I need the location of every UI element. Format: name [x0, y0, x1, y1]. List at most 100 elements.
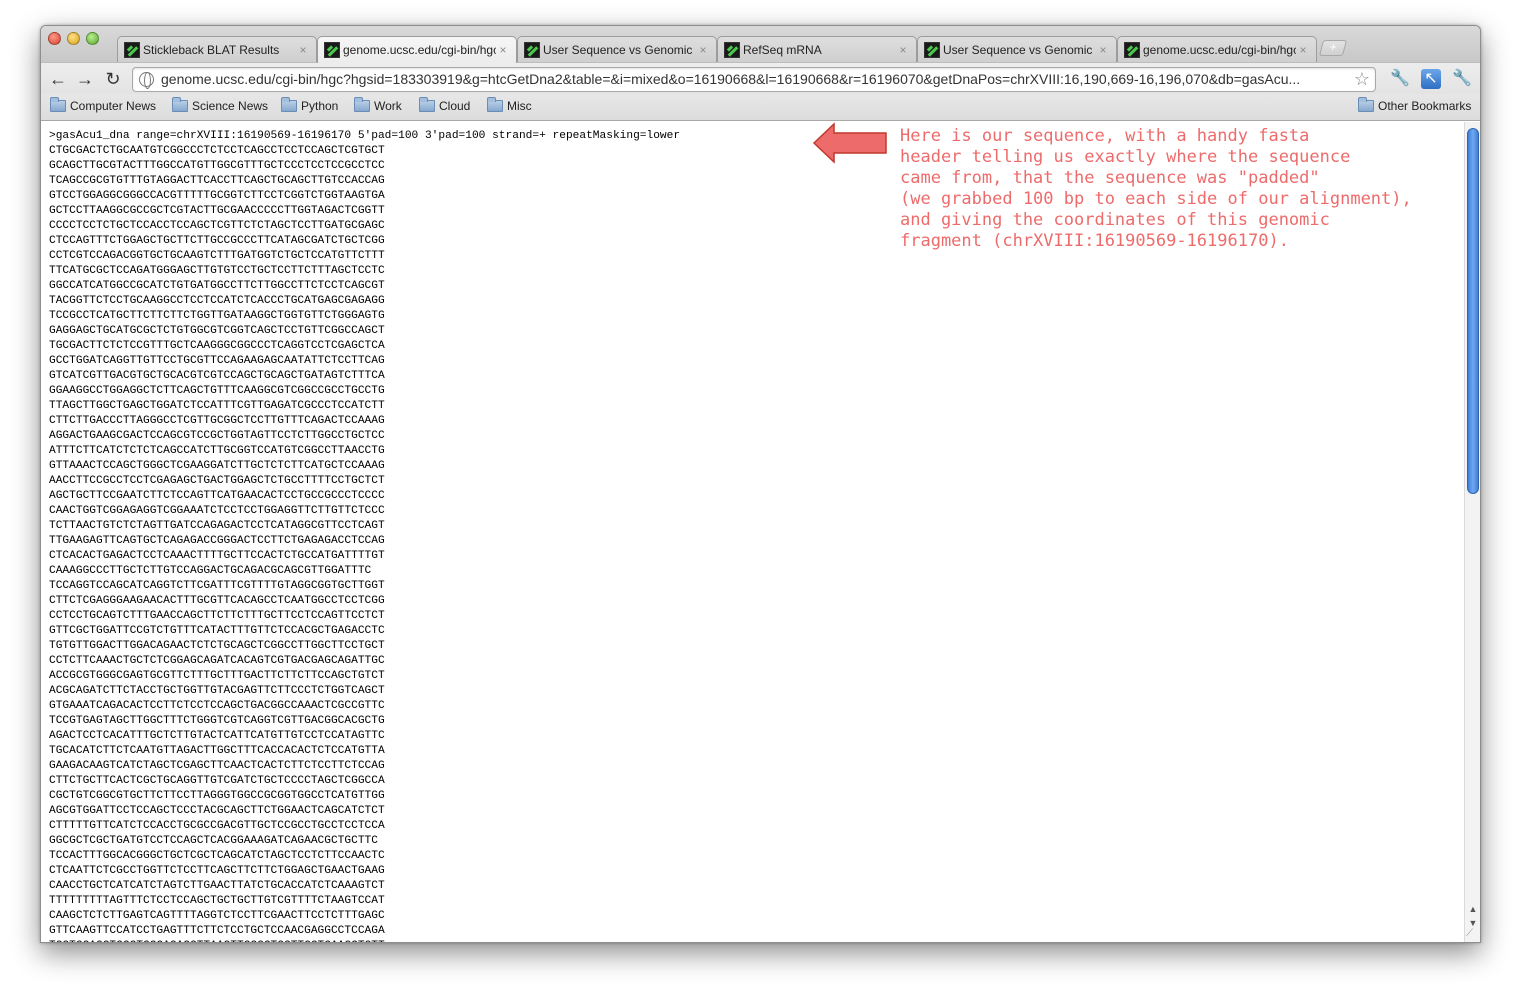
tab-stickleback-blat-results[interactable]: Stickleback BLAT Results × [117, 36, 317, 62]
tab-user-sequence-vs-genomic-2[interactable]: User Sequence vs Genomic × [917, 36, 1117, 62]
sequence-line: GGCGCTCGCTGATGTCCTCCAGCTCACGGAAAGATCAGAA… [49, 835, 378, 847]
sequence-line: TCCGCCTCATGCTTCTTCTTCTGGTTGATAAGGCTGGTGT… [49, 310, 385, 322]
sequence-line: AACCTTCCGCCTCCTCGAGAGCTGACTGGAGCTCTGCCTT… [49, 475, 385, 487]
extension-icon[interactable]: ↖ [1421, 69, 1441, 89]
tab-user-sequence-vs-genomic[interactable]: User Sequence vs Genomic × [517, 36, 717, 62]
bookmark-folder-work[interactable]: Work [354, 97, 402, 113]
bookmark-folder-computer-news[interactable]: Computer News [50, 97, 156, 113]
sequence-line: TCCGTGAGTAGCTTGGCTTTCTGGGTCGTCAGGTCGTTGA… [49, 715, 385, 727]
url-text: genome.ucsc.edu/cgi-bin/hgc?hgsid=183303… [161, 71, 1301, 87]
ucsc-favicon-icon [324, 42, 340, 58]
sequence-line: ATTTCTTCATCTCTCTCAGCCATCTTGCGGTCCATGTCGG… [49, 445, 385, 457]
bookmark-folder-python[interactable]: Python [281, 97, 339, 113]
wrench-menu-icon[interactable]: 🔧 [1452, 69, 1472, 89]
sequence-line: GCAGCTTGCGTACTTTGGCCATGTTGGCGTTTGCTCCCTC… [49, 160, 385, 172]
fasta-header: >gasAcu1_dna range=chrXVIII:16190569-161… [49, 130, 681, 142]
ucsc-favicon-icon [924, 41, 940, 58]
tab-title: User Sequence vs Genomic [943, 42, 1093, 57]
sequence-line: AGCTGCTTCCGAATCTTCTCCAGTTCATGAACACTCCTGC… [49, 490, 385, 502]
browser-window: Stickleback BLAT Results × genome.ucsc.e… [40, 25, 1481, 943]
sequence-line: TCAGCCGCGTGTTTGTAGGACTTCACCTTCAGCTGCAGCT… [49, 175, 385, 187]
bookmark-label: Misc [507, 99, 532, 113]
sequence-line: GAAGACAAGTCATCTAGCTCGAGCTTCAACTCACTCTTCT… [49, 760, 385, 772]
sequence-line: CTTTTTGTTCATCTCCACCTGCGCCGACGTTGCTCCGCCT… [49, 820, 385, 832]
sequence-line: TTGAAGAGTTCAGTGCTCAGAGACCGGGACTCCTTCTGAG… [49, 535, 385, 547]
zoom-window-button[interactable] [86, 32, 99, 45]
tab-close-icon[interactable]: × [296, 43, 310, 57]
tab-close-icon[interactable]: × [496, 43, 510, 57]
sequence-line: CCCCTCCTCTGCTCCACCTCCAGCTCGTTCTCTAGCTCCT… [49, 220, 385, 232]
sequence-line: TACGGTTCTCCTGCAAGGCCTCCTCCATCTCACCCTGCAT… [49, 295, 385, 307]
vertical-scrollbar[interactable]: ▲ ▼ [1464, 122, 1480, 942]
sequence-line: GCTCCTTAAGGCGCCGCTCGTACTTGCGAACCCCCTTGGT… [49, 205, 385, 217]
sequence-line: GCCTGGATCAGGTTGTTCCTGCGTTCCAGAAGAGCAATAT… [49, 355, 385, 367]
tab-close-icon[interactable]: × [1296, 43, 1310, 57]
bookmark-label: Python [301, 99, 339, 113]
sequence-line: GTGAAATCAGACACTCCTTCTCCTCCAGCTGACGGCCAAA… [49, 700, 385, 712]
sequence-line: AGACTCCTCACATTTGCTCTTGTACTCATTCATGTTGTCC… [49, 730, 385, 742]
sequence-line: CGCTGTCGGCGTGCTTCTTCCTTAGGGTGGCCGCGGTGGC… [49, 790, 385, 802]
red-left-arrow-icon [812, 122, 887, 164]
bookmark-folder-other[interactable]: Other Bookmarks [1358, 97, 1472, 113]
bookmark-folder-cloud[interactable]: Cloud [419, 97, 471, 113]
folder-icon [419, 97, 435, 112]
sequence-lines: CTGCGACTCTGCAATGTCGGCCCTCTCCTCAGCCTCCTCC… [49, 144, 680, 942]
sequence-line: TGCACATCTTCTCAATGTTAGACTTGGCTTTCACCACACT… [49, 745, 385, 757]
resize-grip-icon[interactable]: ⟋ [1466, 928, 1478, 940]
tab-close-icon[interactable]: × [896, 43, 910, 57]
tab-close-icon[interactable]: × [1096, 43, 1110, 57]
sequence-line: CTTCTGCTTCACTCGCTGCAGGTTGTCGATCTGCTCCCCT… [49, 775, 385, 787]
sequence-line: TTTTTTTTTAGTTTCTCCTCCAGCTGCTGCTTGTCGTTTT… [49, 895, 385, 907]
tab-refseq-mrna[interactable]: RefSeq mRNA × [717, 36, 917, 62]
sequence-line: TCCACTTTGGCACGGGCTGCTCGCTCAGCATCTAGCTCCT… [49, 850, 385, 862]
sequence-line: AGCGTGGATTCCTCCAGCTCCCTACGCAGCTTCTGGAACT… [49, 805, 385, 817]
close-window-button[interactable] [48, 32, 61, 45]
ucsc-favicon-icon [1124, 41, 1140, 58]
tab-genome-hgc-2[interactable]: genome.ucsc.edu/cgi-bin/hgc × [1117, 36, 1317, 62]
sequence-line: CTCAATTCTCGCCTGGTTCTCCTTCAGCTTCTTCTGGAGC… [49, 865, 385, 877]
tab-title: Stickleback BLAT Results [143, 42, 280, 57]
tab-close-icon[interactable]: × [696, 43, 710, 57]
sequence-line: CTGCGACTCTGCAATGTCGGCCCTCTCCTCAGCCTCCTCC… [49, 145, 385, 157]
sequence-line: CAACCTGCTCATCATCTAGTCTTGAACTTATCTGCACCAT… [49, 880, 385, 892]
folder-icon [354, 97, 370, 112]
reload-button[interactable]: ↻ [102, 68, 124, 90]
sequence-line: CAACTGGTCGGAGAGGTCGGAAATCTCCTCCTGGAGGTTC… [49, 505, 385, 517]
sequence-line: TCGTCCAGGTCGCTGCCAGAGCTTAAGTTGCCCTCCTTGG… [49, 939, 680, 942]
sequence-line: CCTCGTCCAGACGGTGCTGCAAGTCTTTGATGGTCTGCTC… [49, 250, 385, 262]
back-button[interactable]: ← [47, 68, 69, 90]
sequence-line: ACCGCGTGGGCGAGTGCGTTCTTTGCTTTGACTTCTTCTT… [49, 670, 385, 682]
bookmark-label: Cloud [439, 99, 471, 113]
address-bar[interactable]: genome.ucsc.edu/cgi-bin/hgc?hgsid=183303… [132, 67, 1376, 92]
sequence-line: ACGCAGATCTTCTACCTGCTGGTTGTACGAGTTCTTCCCT… [49, 685, 385, 697]
tab-title: genome.ucsc.edu/cgi-bin/hgc [1143, 42, 1296, 57]
scroll-down-arrow-icon[interactable]: ▼ [1468, 918, 1478, 928]
minimize-window-button[interactable] [67, 32, 80, 45]
sequence-line: TTAGCTTGGCTGAGCTGGATCTCCATTTCGTTGAGATCGC… [49, 400, 385, 412]
new-tab-button[interactable]: + [1318, 40, 1348, 56]
tab-title: genome.ucsc.edu/cgi-bin/hgc [343, 43, 496, 57]
forward-button[interactable]: → [74, 68, 96, 90]
bookmark-label: Science News [192, 99, 269, 113]
ucsc-favicon-icon [124, 41, 140, 58]
sequence-line: CTTCTTGACCCTTAGGGCCTCGTTGCGGCTCCTTGTTTCA… [49, 415, 385, 427]
folder-icon [281, 97, 297, 112]
sequence-line: TGCGACTTCTCTCCGTTTGCTCAAGGGCGGCCCTCAGGTC… [49, 340, 385, 352]
folder-icon [487, 97, 503, 112]
sequence-line: AGGACTGAAGCGACTCCAGCGTCCGCTGGTAGTTCCTCTT… [49, 430, 385, 442]
tab-genome-hgc-active[interactable]: genome.ucsc.edu/cgi-bin/hgc × [317, 36, 517, 63]
bookmark-label: Other Bookmarks [1378, 99, 1472, 113]
sequence-line: CCTCCTGCAGTCTTTGAACCAGCTTCTTCTTTGCTTCCTC… [49, 610, 385, 622]
bookmark-folder-misc[interactable]: Misc [487, 97, 532, 113]
page-menu-icon[interactable]: 🔧 [1390, 69, 1410, 89]
toolbar: ← → ↻ genome.ucsc.edu/cgi-bin/hgc?hgsid=… [41, 62, 1480, 94]
folder-icon [1358, 97, 1374, 112]
scroll-up-arrow-icon[interactable]: ▲ [1468, 904, 1478, 914]
globe-icon [139, 72, 154, 89]
sequence-line: CTCACACTGAGACTCCTCAAACTTTTGCTTCCACTCTGCC… [49, 550, 385, 562]
page-content: >gasAcu1_dna range=chrXVIII:16190569-161… [41, 122, 1466, 942]
folder-icon [50, 97, 66, 112]
scrollbar-thumb[interactable] [1467, 128, 1479, 494]
bookmark-star-icon[interactable]: ☆ [1354, 68, 1370, 91]
bookmark-folder-science-news[interactable]: Science News [172, 97, 269, 113]
